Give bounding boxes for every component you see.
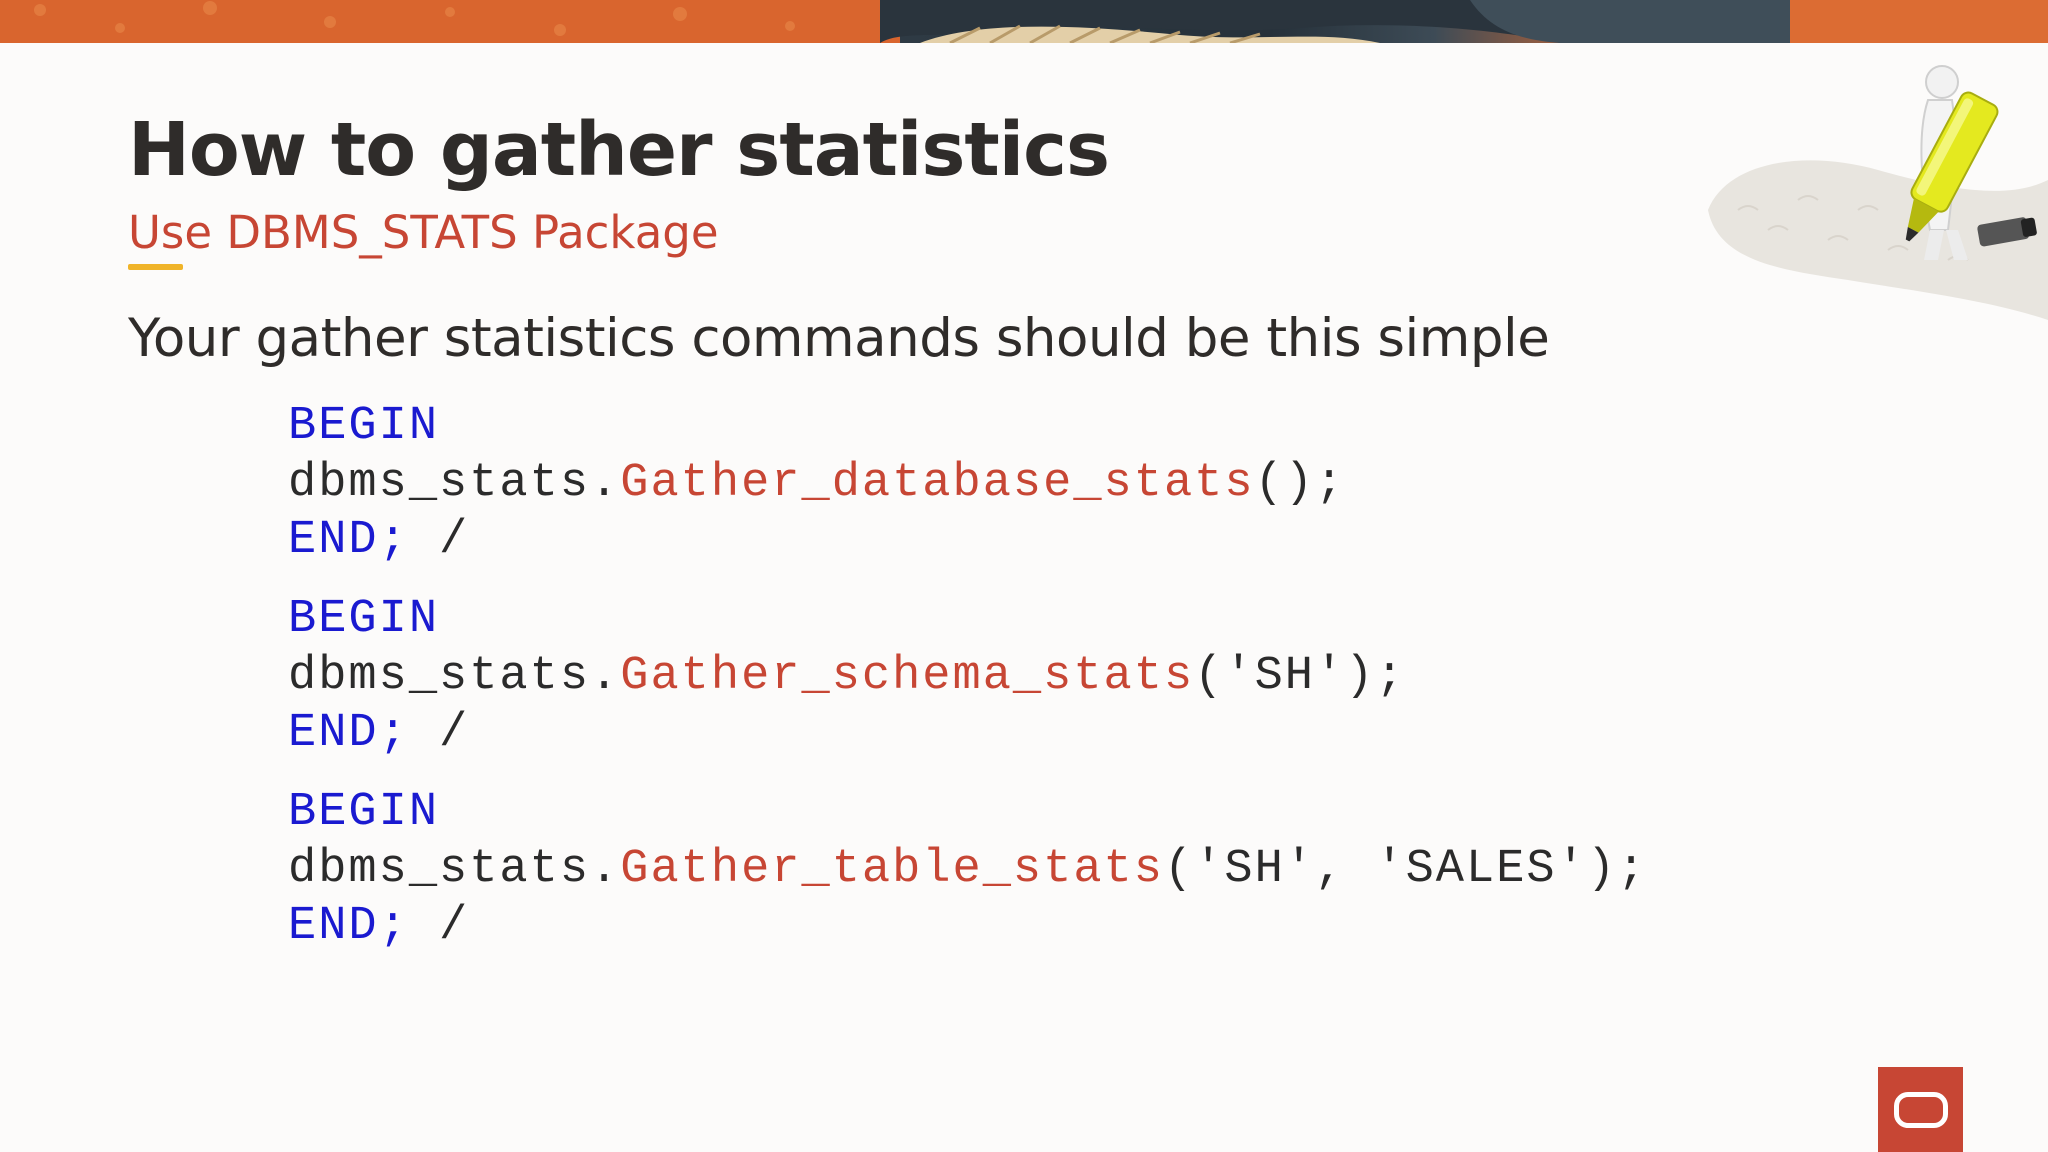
code-function-name: Gather_schema_stats [620,650,1195,703]
code-end-keyword: END; [288,514,409,567]
top-decorative-banner [0,0,2048,43]
code-slash: / [408,707,470,760]
code-function-name: Gather_table_stats [620,843,1164,896]
page-title: How to gather statistics [128,107,1110,193]
page-subtitle: Use DBMS_STATS Package [128,206,719,259]
code-block-schema: BEGIN dbms_stats.Gather_schema_stats('SH… [288,591,1406,762]
code-end-keyword: END; [288,900,409,953]
code-function-name: Gather_database_stats [620,457,1255,510]
intro-text: Your gather statistics commands should b… [128,308,1550,369]
code-slash: / [408,900,470,953]
code-slash: / [408,514,470,567]
code-args: ('SH'); [1194,650,1406,703]
code-end-keyword: END; [288,707,409,760]
code-begin-keyword: BEGIN [288,593,440,646]
code-block-database: BEGIN dbms_stats.Gather_database_stats()… [288,398,1345,569]
code-begin-keyword: BEGIN [288,786,440,839]
code-block-table: BEGIN dbms_stats.Gather_table_stats('SH'… [288,784,1647,955]
oracle-ring-icon [1893,1091,1948,1128]
person-with-highlighter-icon [1648,60,2048,320]
code-prefix: dbms_stats. [288,650,621,703]
oracle-logo-icon [1878,1067,1963,1152]
slide: How to gather statistics Use DBMS_STATS … [0,0,2048,1152]
subtitle-accent-underline [128,264,183,270]
code-begin-keyword: BEGIN [288,400,440,453]
code-prefix: dbms_stats. [288,843,621,896]
code-prefix: dbms_stats. [288,457,621,510]
code-args: ('SH', 'SALES'); [1163,843,1648,896]
code-args: (); [1254,457,1346,510]
